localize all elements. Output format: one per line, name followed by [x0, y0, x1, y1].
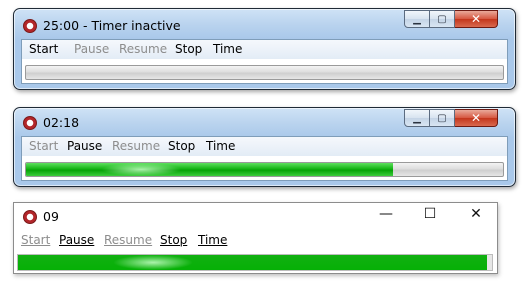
progress-glow: [113, 255, 193, 270]
menu-stop[interactable]: Stop: [168, 139, 195, 153]
close-button[interactable]: ✕: [455, 10, 498, 28]
minimize-button[interactable]: ▁: [404, 10, 430, 28]
menu-bar: Start Pause Resume Stop Time: [22, 40, 507, 59]
minimize-button[interactable]: —: [376, 206, 396, 222]
maximize-button[interactable]: ▢: [430, 10, 455, 28]
menu-resume: Resume: [104, 233, 153, 247]
maximize-icon: ▢: [437, 112, 447, 124]
timer-window-win10: 09 — ☐ ✕ Start Pause Resume Stop Time: [13, 202, 498, 274]
menu-bar: Start Pause Resume Stop Time: [22, 137, 507, 156]
minimize-icon: ▁: [413, 112, 421, 124]
progress-glow: [101, 163, 181, 176]
timer-window-inactive: 25:00 - Timer inactive ▁ ▢ ✕ Start Pause…: [13, 8, 516, 90]
maximize-button[interactable]: ☐: [420, 206, 440, 222]
title-bar[interactable]: 25:00 - Timer inactive ▁ ▢ ✕: [14, 9, 515, 39]
close-icon: ✕: [470, 206, 482, 222]
menu-pause: Pause: [74, 42, 110, 56]
menu-pause[interactable]: Pause: [67, 139, 102, 153]
timer-window-running: 02:18 ▁ ▢ ✕ Start Pause Resume Stop Time: [13, 107, 516, 187]
menu-time[interactable]: Time: [206, 139, 235, 153]
window-title: 25:00 - Timer inactive: [43, 18, 181, 33]
menu-pause[interactable]: Pause: [59, 233, 94, 247]
title-bar[interactable]: 09 — ☐ ✕: [14, 203, 497, 231]
timer-progress-bar: [25, 65, 504, 80]
menu-resume: Resume: [112, 139, 161, 153]
menu-time[interactable]: Time: [198, 233, 227, 247]
progress-fill: [18, 255, 488, 270]
menu-stop[interactable]: Stop: [160, 233, 187, 247]
minimize-icon: —: [379, 206, 393, 222]
window-title: 02:18: [43, 115, 80, 130]
menu-bar: Start Pause Resume Stop Time: [14, 233, 497, 251]
timer-progress-bar: [25, 162, 504, 177]
window-title: 09: [43, 209, 59, 224]
menu-stop[interactable]: Stop: [175, 42, 202, 56]
close-button[interactable]: ✕: [466, 206, 486, 222]
menu-start: Start: [21, 233, 51, 247]
menu-resume: Resume: [119, 42, 168, 56]
menu-start: Start: [29, 139, 59, 153]
client-area: Start Pause Resume Stop Time: [21, 136, 508, 181]
close-button[interactable]: ✕: [455, 109, 498, 127]
timer-app-icon[interactable]: [23, 19, 37, 33]
timer-app-icon[interactable]: [23, 210, 37, 224]
client-area: Start Pause Resume Stop Time: [21, 39, 508, 84]
maximize-button[interactable]: ▢: [430, 109, 455, 127]
close-icon: ✕: [470, 12, 482, 26]
maximize-icon: ▢: [437, 13, 447, 25]
minimize-icon: ▁: [413, 13, 421, 25]
timer-progress-bar: [17, 254, 493, 271]
minimize-button[interactable]: ▁: [404, 109, 430, 127]
menu-start[interactable]: Start: [29, 42, 58, 56]
close-icon: ✕: [470, 111, 482, 125]
title-bar[interactable]: 02:18 ▁ ▢ ✕: [14, 108, 515, 138]
menu-time[interactable]: Time: [213, 42, 242, 56]
maximize-icon: ☐: [423, 206, 437, 222]
timer-app-icon[interactable]: [23, 116, 37, 130]
progress-fill: [26, 163, 394, 176]
